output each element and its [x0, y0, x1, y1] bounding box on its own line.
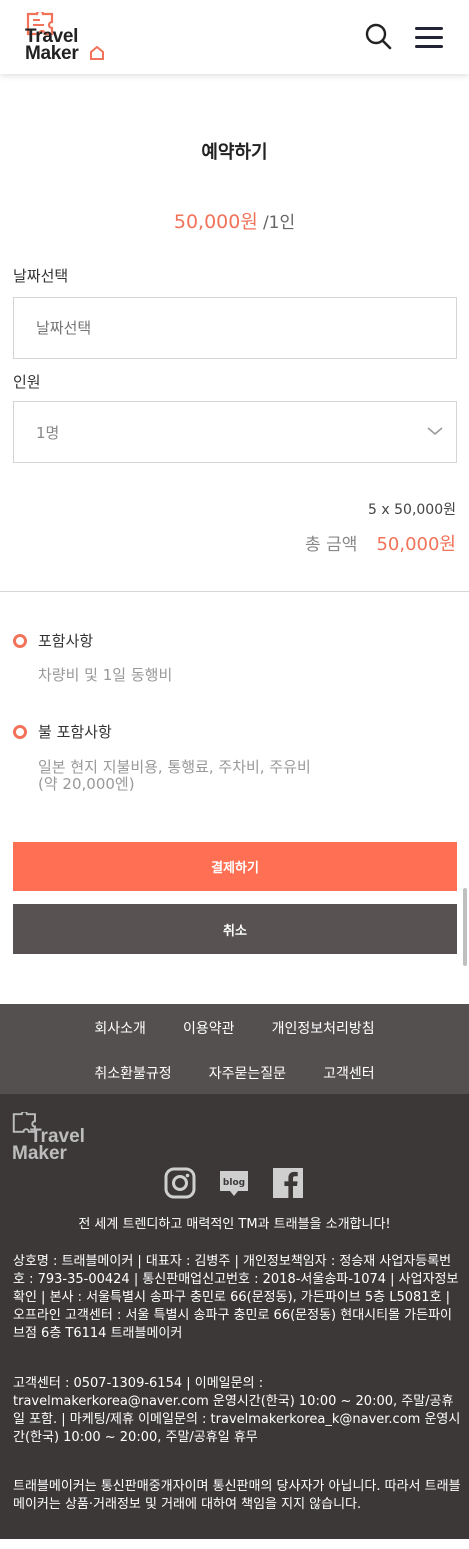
included-bullet-icon — [13, 634, 27, 648]
logo-text-line2: Maker — [25, 43, 79, 64]
travelmaker-logo[interactable]: Travel Maker — [22, 12, 112, 64]
scrollbar[interactable] — [463, 888, 467, 966]
people-label: 인원 — [13, 373, 41, 391]
footer-link-privacy[interactable]: 개인정보처리방침 — [272, 1021, 375, 1037]
search-icon — [365, 23, 392, 50]
blog-icon[interactable]: blog — [218, 1167, 250, 1199]
included-text: 차량비 및 1일 동행비 — [38, 666, 173, 684]
search-button[interactable] — [364, 22, 394, 52]
site-footer: Travel Maker blog 전 세계 트렌디하고 매력적인 TM과 트래… — [0, 1094, 469, 1539]
contact-info: 고객센터 : 0507-1309-6154 | 이메일문의 : travelma… — [13, 1376, 461, 1445]
footer-link-faq[interactable]: 자주묻는질문 — [209, 1066, 286, 1082]
instagram-icon[interactable] — [164, 1167, 196, 1199]
total-label: 총 금액 — [305, 535, 358, 555]
excluded-bullet-icon — [13, 725, 27, 739]
footer-logo: Travel Maker — [12, 1112, 102, 1164]
excluded-title: 불 포함사항 — [38, 723, 112, 741]
date-input[interactable] — [13, 297, 457, 359]
hamburger-menu-button[interactable] — [415, 27, 445, 49]
menu-bar-icon — [415, 36, 443, 40]
menu-bar-icon — [415, 27, 443, 31]
facebook-icon[interactable] — [272, 1167, 304, 1199]
people-select[interactable]: 1명 — [13, 401, 457, 463]
people-select-value: 1명 — [36, 424, 60, 442]
total-row: 총 금액 50,000원 — [305, 530, 456, 556]
pay-button[interactable]: 결제하기 — [13, 842, 457, 891]
footer-link-terms[interactable]: 이용약관 — [183, 1021, 235, 1037]
disclaimer: 트래블메이커는 통신판매중개자이며 통신판매의 당사자가 아닙니다. 따라서 트… — [13, 1479, 461, 1512]
menu-bar-icon — [415, 45, 443, 49]
company-info: 상호명 : 트래블메이커 | 대표자 : 김병주 | 개인정보책임자 : 정승재… — [13, 1254, 459, 1341]
cancel-button[interactable]: 취소 — [13, 904, 457, 954]
footer-link-refund[interactable]: 취소환불규정 — [94, 1066, 171, 1082]
blog-icon-text: blog — [223, 1178, 245, 1188]
footer-nav-row2: 취소환불규정 자주묻는질문 고객센터 — [0, 1063, 469, 1083]
house-logo-icon — [90, 46, 104, 60]
price-calculation: 5 x 50,000원 — [368, 502, 456, 518]
page-title: 예약하기 — [201, 142, 268, 163]
date-label: 날짜선택 — [13, 267, 69, 285]
footer-nav-row1: 회사소개 이용약관 개인정보처리방침 — [0, 1018, 469, 1038]
footer-nav: 회사소개 이용약관 개인정보처리방침 취소환불규정 자주묻는질문 고객센터 — [0, 1004, 469, 1094]
footer-slogan: 전 세계 트렌디하고 매력적인 TM과 트래블을 소개합니다! — [78, 1217, 391, 1232]
footer-link-about[interactable]: 회사소개 — [94, 1021, 146, 1037]
price-per-person: /1인 — [262, 213, 296, 233]
footer-link-support[interactable]: 고객센터 — [323, 1066, 375, 1082]
total-value: 50,000원 — [376, 534, 456, 555]
included-title: 포함사항 — [38, 632, 94, 650]
site-header: Travel Maker — [0, 0, 469, 74]
section-divider — [0, 591, 469, 592]
chevron-down-icon — [427, 427, 443, 436]
price-value: 50,000원 — [173, 211, 258, 233]
excluded-text: 일본 현지 지불비용, 통행료, 주차비, 주유비 (약 20,000엔) — [38, 758, 311, 793]
footer-logo-text-line2: Maker — [12, 1143, 67, 1164]
price-line: 50,000원 /1인 — [0, 207, 469, 234]
